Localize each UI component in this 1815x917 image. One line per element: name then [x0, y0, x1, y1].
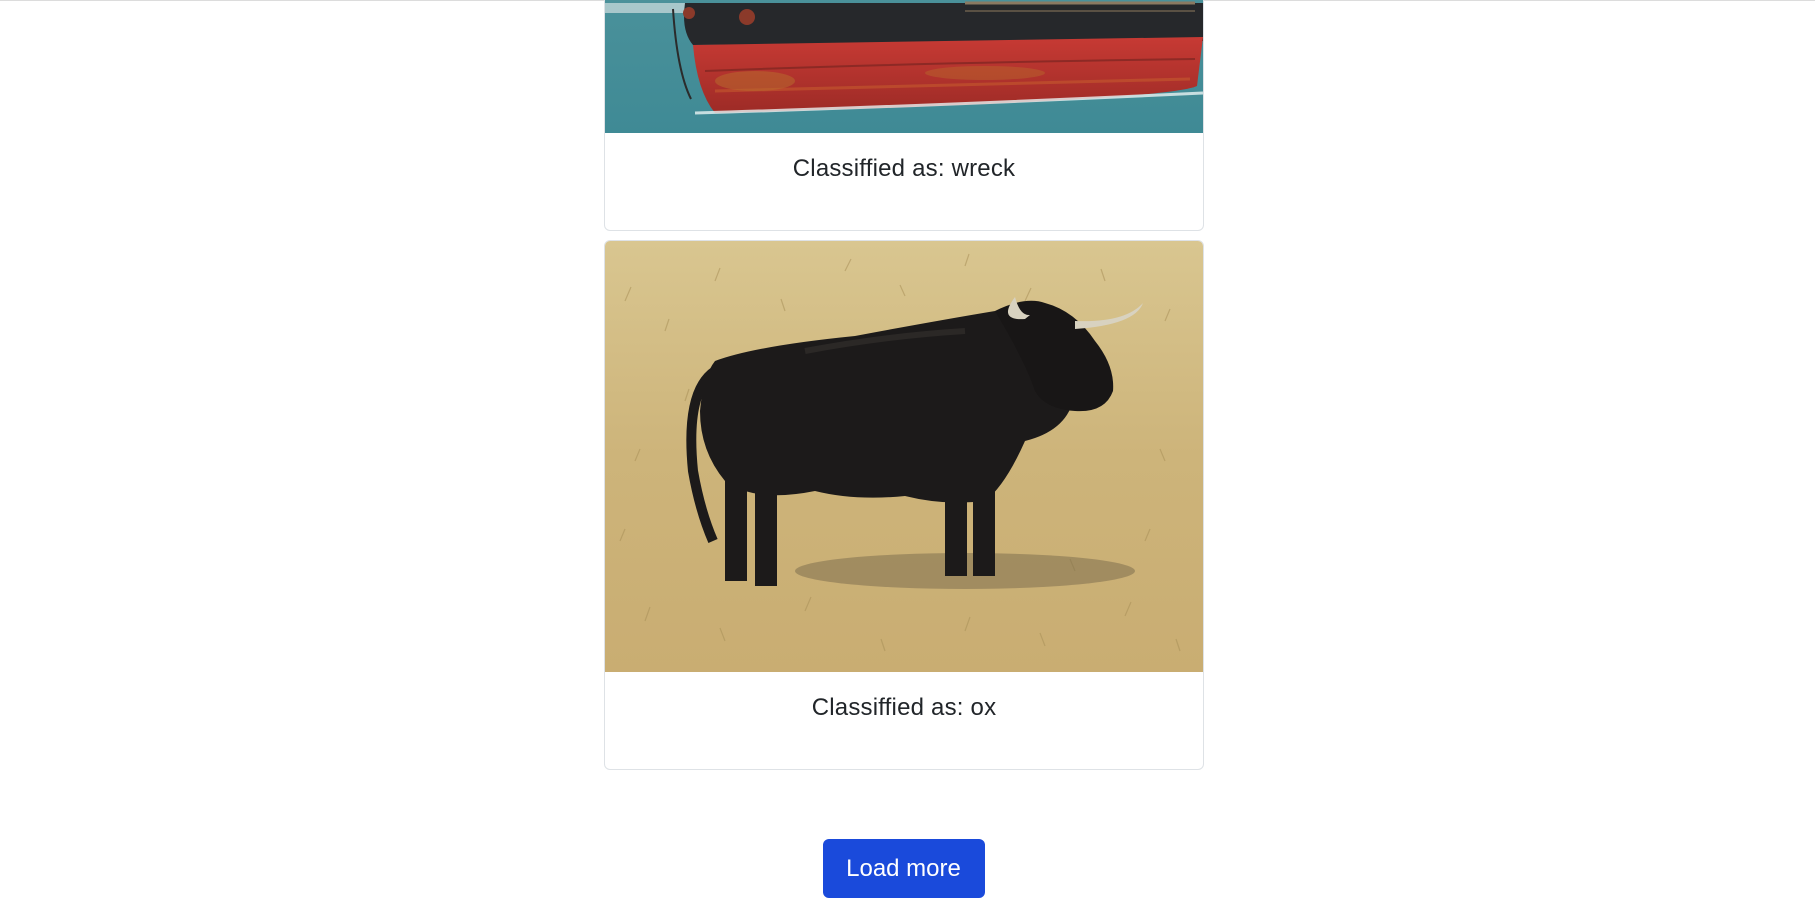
result-card: Classiffied as: ox [604, 240, 1204, 770]
result-image-bull [605, 241, 1203, 672]
classification-label: Classiffied as: ox [811, 694, 997, 721]
load-more-button[interactable]: Load more [822, 839, 985, 898]
result-image-ship [605, 0, 1203, 133]
load-more-container: Load more [0, 839, 1815, 898]
classification-label: Classiffied as: wreck [792, 155, 1016, 182]
result-card: Classiffied as: wreck [604, 0, 1204, 231]
